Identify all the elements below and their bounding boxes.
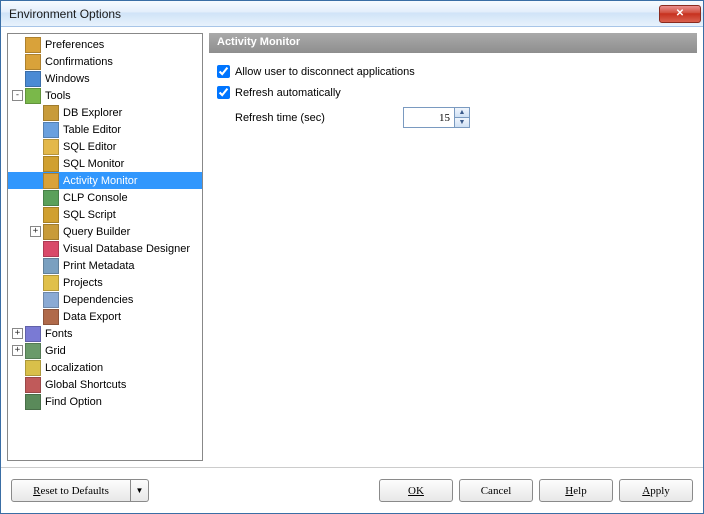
tree-item-label: SQL Script — [61, 209, 118, 221]
expander-icon[interactable]: - — [12, 90, 23, 101]
tree-item-windows[interactable]: Windows — [8, 70, 202, 87]
tree-item-icon — [25, 360, 41, 376]
tree-item-grid[interactable]: + Grid — [8, 342, 202, 359]
tree-item-label: Print Metadata — [61, 260, 137, 272]
window-title: Environment Options — [9, 7, 659, 21]
tree-item-label: Data Export — [61, 311, 123, 323]
tree-item-label: CLP Console — [61, 192, 130, 204]
tree-item-data-export[interactable]: Data Export — [8, 308, 202, 325]
allow-disconnect-label: Allow user to disconnect applications — [235, 66, 415, 78]
apply-button[interactable]: Apply — [619, 479, 693, 502]
section-header: Activity Monitor — [209, 33, 697, 53]
tree-item-print-metadata[interactable]: Print Metadata — [8, 257, 202, 274]
tree-item-icon — [25, 37, 41, 53]
tree-item-icon — [25, 71, 41, 87]
tree-item-clp-console[interactable]: CLP Console — [8, 189, 202, 206]
spinner-down[interactable]: ▼ — [455, 118, 469, 127]
reset-button[interactable]: Reset to Defaults — [11, 479, 131, 502]
expander-icon[interactable]: + — [12, 328, 23, 339]
spinner-buttons[interactable]: ▲ ▼ — [454, 108, 469, 127]
spinner-up[interactable]: ▲ — [455, 108, 469, 118]
tree-item-icon — [43, 292, 59, 308]
tree-item-label: Preferences — [43, 39, 106, 51]
tree-item-sql-script[interactable]: SQL Script — [8, 206, 202, 223]
allow-disconnect-row[interactable]: Allow user to disconnect applications — [217, 65, 689, 78]
reset-button-group[interactable]: Reset to Defaults ▼ — [11, 479, 149, 502]
close-button[interactable]: ✕ — [659, 5, 701, 23]
tree-item-dependencies[interactable]: Dependencies — [8, 291, 202, 308]
ok-button[interactable]: OK — [379, 479, 453, 502]
tree-item-tools[interactable]: - Tools — [8, 87, 202, 104]
tree-item-icon — [43, 275, 59, 291]
tree-item-fonts[interactable]: + Fonts — [8, 325, 202, 342]
cancel-button[interactable]: Cancel — [459, 479, 533, 502]
tree-item-preferences[interactable]: Preferences — [8, 36, 202, 53]
tree-item-sql-editor[interactable]: SQL Editor — [8, 138, 202, 155]
button-bar: Reset to Defaults ▼ OK Cancel Help Apply — [1, 467, 703, 513]
tree-item-icon — [43, 258, 59, 274]
tree-item-projects[interactable]: Projects — [8, 274, 202, 291]
navigation-tree[interactable]: Preferences Confirmations Windows - Tools DB … — [7, 33, 203, 461]
tree-item-label: SQL Editor — [61, 141, 118, 153]
refresh-auto-row[interactable]: Refresh automatically — [217, 86, 689, 99]
tree-item-label: Projects — [61, 277, 105, 289]
tree-item-label: Confirmations — [43, 56, 115, 68]
tree-item-global-shortcuts[interactable]: Global Shortcuts — [8, 376, 202, 393]
tree-item-label: DB Explorer — [61, 107, 124, 119]
tree-item-confirmations[interactable]: Confirmations — [8, 53, 202, 70]
tree-item-sql-monitor[interactable]: SQL Monitor — [8, 155, 202, 172]
tree-item-visual-database-designer[interactable]: Visual Database Designer — [8, 240, 202, 257]
tree-item-icon — [43, 105, 59, 121]
tree-item-label: Dependencies — [61, 294, 135, 306]
tree-item-label: Visual Database Designer — [61, 243, 192, 255]
tree-item-icon — [43, 122, 59, 138]
content-area: Preferences Confirmations Windows - Tools DB … — [1, 27, 703, 467]
tree-item-icon — [25, 326, 41, 342]
tree-item-icon — [25, 394, 41, 410]
tree-item-icon — [25, 343, 41, 359]
tree-item-activity-monitor[interactable]: Activity Monitor — [8, 172, 202, 189]
tree-item-label: Localization — [43, 362, 105, 374]
reset-dropdown[interactable]: ▼ — [131, 479, 149, 502]
expander-icon[interactable]: + — [30, 226, 41, 237]
tree-item-icon — [43, 173, 59, 189]
refresh-time-input[interactable] — [404, 108, 454, 127]
tree-item-db-explorer[interactable]: DB Explorer — [8, 104, 202, 121]
tree-item-icon — [25, 377, 41, 393]
expander-icon[interactable]: + — [12, 345, 23, 356]
refresh-auto-label: Refresh automatically — [235, 87, 341, 99]
section-body: Allow user to disconnect applications Re… — [209, 53, 697, 140]
tree-item-query-builder[interactable]: + Query Builder — [8, 223, 202, 240]
refresh-time-spinner[interactable]: ▲ ▼ — [403, 107, 470, 128]
refresh-time-label: Refresh time (sec) — [235, 112, 403, 124]
tree-item-label: Windows — [43, 73, 92, 85]
tree-item-icon — [25, 88, 41, 104]
tree-item-label: Table Editor — [61, 124, 123, 136]
tree-item-label: Tools — [43, 90, 73, 102]
titlebar: Environment Options ✕ — [1, 1, 703, 27]
tree-item-icon — [43, 156, 59, 172]
tree-item-icon — [43, 224, 59, 240]
tree-item-label: SQL Monitor — [61, 158, 126, 170]
tree-item-label: Global Shortcuts — [43, 379, 128, 391]
tree-item-icon — [43, 309, 59, 325]
detail-panel: Activity Monitor Allow user to disconnec… — [209, 33, 697, 461]
tree-item-label: Fonts — [43, 328, 75, 340]
tree-item-icon — [25, 54, 41, 70]
tree-item-icon — [43, 241, 59, 257]
tree-item-label: Query Builder — [61, 226, 132, 238]
tree-item-find-option[interactable]: Find Option — [8, 393, 202, 410]
tree-item-icon — [43, 190, 59, 206]
help-button[interactable]: Help — [539, 479, 613, 502]
refresh-time-row: Refresh time (sec) ▲ ▼ — [235, 107, 689, 128]
allow-disconnect-checkbox[interactable] — [217, 65, 230, 78]
refresh-auto-checkbox[interactable] — [217, 86, 230, 99]
tree-item-label: Activity Monitor — [61, 175, 140, 187]
tree-item-icon — [43, 139, 59, 155]
tree-item-table-editor[interactable]: Table Editor — [8, 121, 202, 138]
tree-item-icon — [43, 207, 59, 223]
tree-item-label: Grid — [43, 345, 68, 357]
tree-item-localization[interactable]: Localization — [8, 359, 202, 376]
tree-item-label: Find Option — [43, 396, 104, 408]
